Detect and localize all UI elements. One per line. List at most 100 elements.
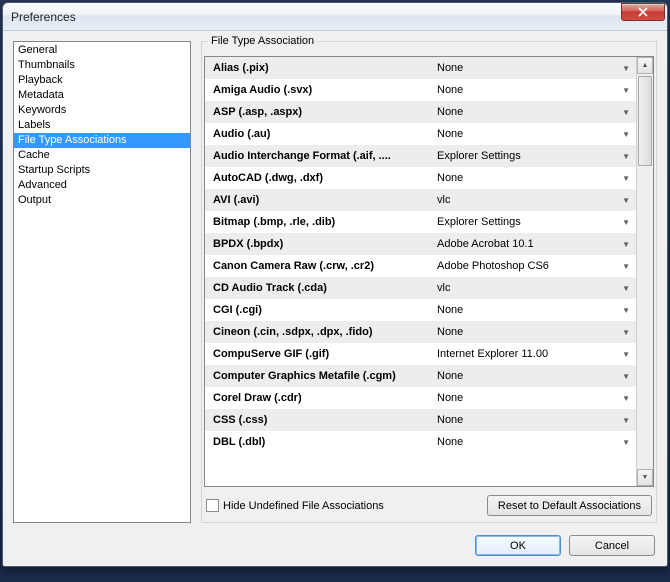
hide-undefined-checkbox[interactable]: Hide Undefined File Associations xyxy=(206,499,479,512)
table-row[interactable]: Amiga Audio (.svx)None▼ xyxy=(205,79,636,101)
ok-button[interactable]: OK xyxy=(475,535,561,556)
table-row[interactable]: CompuServe GIF (.gif)Internet Explorer 1… xyxy=(205,343,636,365)
file-type-name: AutoCAD (.dwg, .dxf) xyxy=(213,172,433,184)
table-row[interactable]: Audio Interchange Format (.aif, ....Expl… xyxy=(205,145,636,167)
file-type-name: AVI (.avi) xyxy=(213,194,433,206)
file-type-app: Explorer Settings xyxy=(433,150,616,162)
chevron-down-icon[interactable]: ▼ xyxy=(616,262,630,271)
cancel-button[interactable]: Cancel xyxy=(569,535,655,556)
main-panel: File Type Association Alias (.pix)None▼A… xyxy=(201,41,657,523)
file-type-table: Alias (.pix)None▼Amiga Audio (.svx)None▼… xyxy=(204,56,654,487)
table-row[interactable]: Audio (.au)None▼ xyxy=(205,123,636,145)
table-row[interactable]: Canon Camera Raw (.crw, .cr2)Adobe Photo… xyxy=(205,255,636,277)
sidebar-item[interactable]: Metadata xyxy=(14,88,190,103)
sidebar-item[interactable]: Thumbnails xyxy=(14,58,190,73)
file-type-app: Explorer Settings xyxy=(433,216,616,228)
chevron-down-icon[interactable]: ▼ xyxy=(616,438,630,447)
table-row[interactable]: Alias (.pix)None▼ xyxy=(205,57,636,79)
chevron-down-icon[interactable]: ▼ xyxy=(616,240,630,249)
dialog-footer: OK Cancel xyxy=(3,529,667,566)
file-type-app: None xyxy=(433,414,616,426)
file-type-app: None xyxy=(433,128,616,140)
table-row[interactable]: CSS (.css)None▼ xyxy=(205,409,636,431)
dialog-body: GeneralThumbnailsPlaybackMetadataKeyword… xyxy=(3,31,667,529)
table-row[interactable]: Computer Graphics Metafile (.cgm)None▼ xyxy=(205,365,636,387)
table-row[interactable]: CD Audio Track (.cda)vlc▼ xyxy=(205,277,636,299)
groupbox-title: File Type Association xyxy=(208,35,317,47)
file-type-app: Internet Explorer 11.00 xyxy=(433,348,616,360)
scroll-down-button[interactable]: ▼ xyxy=(637,469,653,486)
scroll-track[interactable] xyxy=(637,74,653,469)
category-sidebar[interactable]: GeneralThumbnailsPlaybackMetadataKeyword… xyxy=(13,41,191,523)
file-type-name: Corel Draw (.cdr) xyxy=(213,392,433,404)
file-type-name: Bitmap (.bmp, .rle, .dib) xyxy=(213,216,433,228)
close-button[interactable] xyxy=(621,3,665,21)
chevron-down-icon[interactable]: ▼ xyxy=(616,372,630,381)
scroll-up-button[interactable]: ▲ xyxy=(637,57,653,74)
table-row[interactable]: Bitmap (.bmp, .rle, .dib)Explorer Settin… xyxy=(205,211,636,233)
file-type-groupbox: File Type Association Alias (.pix)None▼A… xyxy=(201,41,657,523)
sidebar-item[interactable]: Cache xyxy=(14,148,190,163)
sidebar-item[interactable]: Output xyxy=(14,193,190,208)
scroll-thumb[interactable] xyxy=(638,76,652,166)
close-icon xyxy=(638,7,648,17)
file-type-name: Canon Camera Raw (.crw, .cr2) xyxy=(213,260,433,272)
table-body[interactable]: Alias (.pix)None▼Amiga Audio (.svx)None▼… xyxy=(205,57,636,486)
table-row[interactable]: Cineon (.cin, .sdpx, .dpx, .fido)None▼ xyxy=(205,321,636,343)
checkbox-icon xyxy=(206,499,219,512)
window-title: Preferences xyxy=(11,10,621,24)
chevron-down-icon[interactable]: ▼ xyxy=(616,394,630,403)
chevron-down-icon[interactable]: ▼ xyxy=(616,284,630,293)
chevron-down-icon[interactable]: ▼ xyxy=(616,416,630,425)
table-row[interactable]: BPDX (.bpdx)Adobe Acrobat 10.1▼ xyxy=(205,233,636,255)
chevron-down-icon[interactable]: ▼ xyxy=(616,64,630,73)
chevron-down-icon[interactable]: ▼ xyxy=(616,196,630,205)
file-type-app: Adobe Acrobat 10.1 xyxy=(433,238,616,250)
file-type-name: Cineon (.cin, .sdpx, .dpx, .fido) xyxy=(213,326,433,338)
table-row[interactable]: AVI (.avi)vlc▼ xyxy=(205,189,636,211)
table-row[interactable]: Corel Draw (.cdr)None▼ xyxy=(205,387,636,409)
sidebar-item[interactable]: Labels xyxy=(14,118,190,133)
file-type-name: Computer Graphics Metafile (.cgm) xyxy=(213,370,433,382)
file-type-name: ASP (.asp, .aspx) xyxy=(213,106,433,118)
sidebar-item[interactable]: Startup Scripts xyxy=(14,163,190,178)
sidebar-item[interactable]: General xyxy=(14,43,190,58)
chevron-down-icon[interactable]: ▼ xyxy=(616,328,630,337)
file-type-name: Alias (.pix) xyxy=(213,62,433,74)
file-type-name: CSS (.css) xyxy=(213,414,433,426)
file-type-app: Adobe Photoshop CS6 xyxy=(433,260,616,272)
preferences-window: Preferences GeneralThumbnailsPlaybackMet… xyxy=(2,2,668,567)
file-type-name: Audio Interchange Format (.aif, .... xyxy=(213,150,433,162)
file-type-app: vlc xyxy=(433,194,616,206)
chevron-down-icon[interactable]: ▼ xyxy=(616,108,630,117)
file-type-app: None xyxy=(433,172,616,184)
table-row[interactable]: CGI (.cgi)None▼ xyxy=(205,299,636,321)
table-row[interactable]: AutoCAD (.dwg, .dxf)None▼ xyxy=(205,167,636,189)
table-row[interactable]: ASP (.asp, .aspx)None▼ xyxy=(205,101,636,123)
file-type-name: CompuServe GIF (.gif) xyxy=(213,348,433,360)
checkbox-label: Hide Undefined File Associations xyxy=(223,500,384,512)
file-type-app: None xyxy=(433,106,616,118)
sidebar-item[interactable]: File Type Associations xyxy=(14,133,190,148)
chevron-down-icon[interactable]: ▼ xyxy=(616,152,630,161)
chevron-down-icon[interactable]: ▼ xyxy=(616,130,630,139)
titlebar[interactable]: Preferences xyxy=(3,3,667,31)
file-type-app: None xyxy=(433,392,616,404)
chevron-down-icon[interactable]: ▼ xyxy=(616,350,630,359)
file-type-app: None xyxy=(433,62,616,74)
chevron-down-icon[interactable]: ▼ xyxy=(616,218,630,227)
table-row[interactable]: DBL (.dbl)None▼ xyxy=(205,431,636,453)
vertical-scrollbar[interactable]: ▲ ▼ xyxy=(636,57,653,486)
file-type-app: None xyxy=(433,84,616,96)
sidebar-item[interactable]: Advanced xyxy=(14,178,190,193)
sidebar-item[interactable]: Keywords xyxy=(14,103,190,118)
file-type-app: None xyxy=(433,370,616,382)
chevron-down-icon[interactable]: ▼ xyxy=(616,174,630,183)
sidebar-item[interactable]: Playback xyxy=(14,73,190,88)
chevron-down-icon[interactable]: ▼ xyxy=(616,306,630,315)
groupbox-footer: Hide Undefined File Associations Reset t… xyxy=(204,487,654,518)
file-type-app: None xyxy=(433,304,616,316)
reset-defaults-button[interactable]: Reset to Default Associations xyxy=(487,495,652,516)
file-type-name: Audio (.au) xyxy=(213,128,433,140)
chevron-down-icon[interactable]: ▼ xyxy=(616,86,630,95)
